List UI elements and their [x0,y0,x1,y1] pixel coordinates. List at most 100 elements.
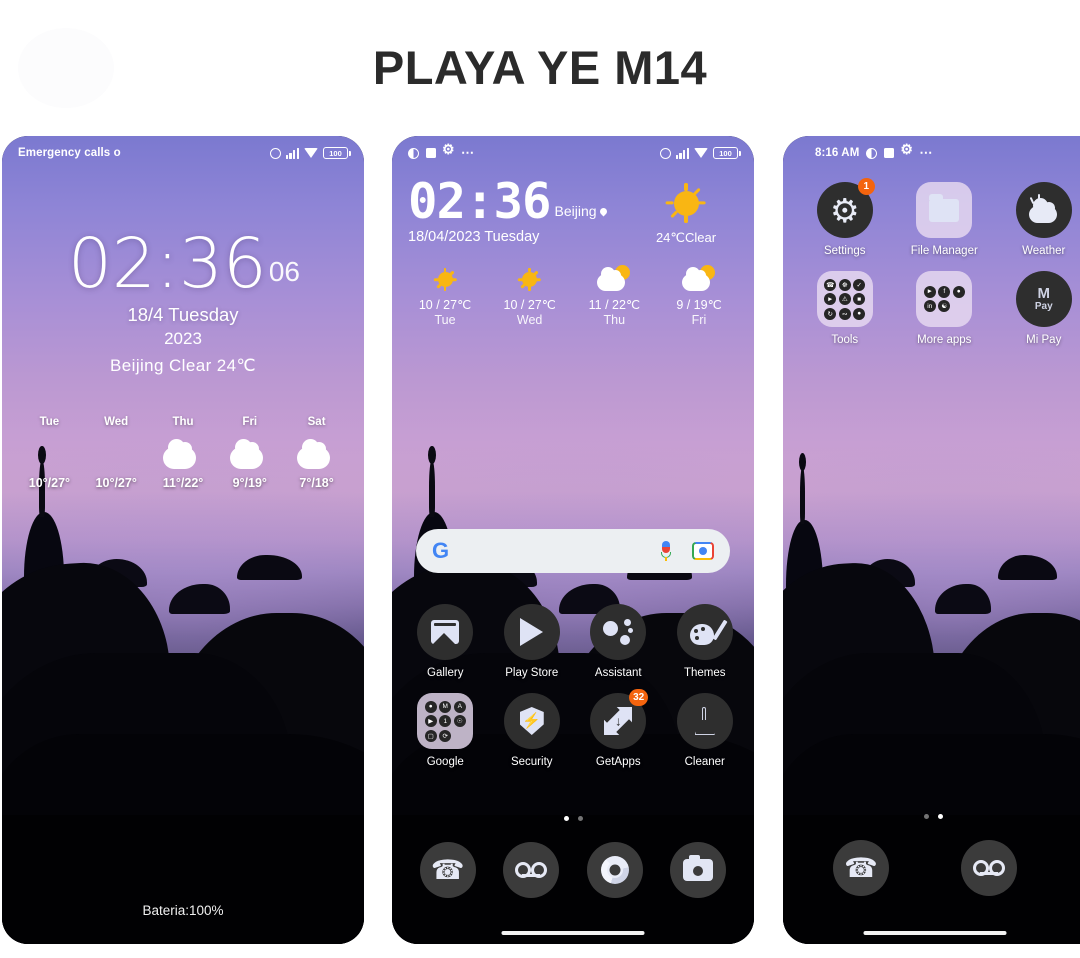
app-icon-security[interactable]: Security [489,693,576,768]
app-icon-tray[interactable] [1015,182,1072,238]
app-icon-tray[interactable]: ↓ 32 [590,689,649,749]
themes-icon [689,619,728,645]
widget-forecast-day: 11 / 22℃ Thu [577,263,651,327]
app-icon-play-store[interactable]: Play Store [489,604,576,679]
widget-current-temp: 24℃Clear [655,230,717,245]
phone1-status-bar: Emergency calls o 100 [2,136,364,170]
ring-icon [269,147,281,159]
widget-forecast-temp: 10 / 27℃ [418,298,472,313]
app-icon-gallery[interactable]: Gallery [402,604,489,679]
forecast-day-label: Tue [39,416,60,428]
app-icon-tray[interactable] [676,604,733,660]
widget-forecast-row: 10 / 27℃ Tue 10 / 27℃ Wed 11 / 22℃ Thu 9 / 19℃… [408,263,740,327]
dock-icon-phone[interactable]: ☎ [419,842,476,898]
app-icon-tray[interactable] [503,604,560,660]
widget-forecast-day-label: Wed [516,313,543,328]
sun-icon [432,266,458,292]
forecast-day: Fri 9°/19° [218,416,282,490]
phone2-page-dots[interactable] [392,816,754,821]
cleaner-icon [693,707,717,735]
app-icon-tools[interactable]: ☎ ☸ ✓ ► ⚠ ■ ↻ ∾ ● Tools [795,271,895,346]
camera-icon [683,855,714,881]
app-icon-weather[interactable]: Weather [994,182,1080,257]
battery-icon: 100 [713,147,741,159]
widget-forecast-temp: 10 / 27℃ [503,298,556,313]
lockscreen-time: 02:36 [67,224,267,304]
widget-forecast-day-label: Thu [603,313,626,328]
square-icon [884,148,895,158]
phone2-screen: ⋯ 100 02:36 Beijing [392,136,754,944]
app-icon-google[interactable]: ● M A ▶ 1 ☉ ▢ ⟳ Google [402,693,489,768]
phone-mockup-homescreen-1: ⋯ 100 02:36 Beijing [392,136,754,944]
app-icon-assistant[interactable]: Assistant [575,604,662,679]
app-icon-tray[interactable]: ☎ ☸ ✓ ► ⚠ ■ ↻ ∾ ● [816,271,873,327]
dock-icon-recorder[interactable] [961,840,1017,896]
sun-icon [517,266,543,292]
app-icon-mi-pay[interactable]: M Pay Mi Pay [994,271,1080,346]
cloud-moon-icon [229,437,270,469]
app-icon-more-apps[interactable]: ► f ● in ☯ More apps [895,271,995,346]
app-icon-tray[interactable]: ● M A ▶ 1 ☉ ▢ ⟳ [417,693,474,749]
folder-icon [929,193,960,222]
google-lens-icon[interactable] [692,542,714,560]
app-icon-tray[interactable] [417,604,474,660]
dock-icon-phone[interactable]: ☎ [833,840,889,896]
page-dot[interactable] [563,816,569,821]
widget-city: Beijing [555,203,608,225]
app-icon-themes[interactable]: Themes [662,604,749,679]
phone3-page-dots[interactable] [783,814,1080,819]
forecast-day: Wed 10°/27° [84,416,148,490]
wifi-icon [694,148,708,158]
forecast-day-label: Fri [242,416,258,428]
forecast-temp: 10°/27° [28,476,71,490]
widget-forecast-icon [662,263,736,295]
dock-icon-camera[interactable] [670,842,727,898]
app-icon-tray[interactable] [503,693,560,749]
ring-icon [659,147,671,159]
microphone-icon[interactable] [660,541,672,561]
square-icon [426,148,436,158]
app-icon-tray[interactable]: M Pay [1015,271,1072,327]
widget-current-weather: 24℃Clear [638,178,734,246]
weather-widget[interactable]: 02:36 Beijing 24℃Clear 18/04/2023 Tuesda… [408,177,740,327]
forecast-day: Thu 11°/22° [151,416,215,490]
page-dot[interactable] [923,814,929,819]
app-icon-file-manager[interactable]: File Manager [895,182,995,257]
app-label: Play Store [505,667,559,679]
sun-icon [664,181,708,225]
partly-sunny-icon [681,265,716,292]
phone-icon: ☎ [844,852,878,883]
app-icon-tray[interactable]: ► f ● in ☯ [916,271,973,327]
google-search-bar[interactable]: G [416,529,730,573]
dock-icon-recorder[interactable] [503,842,560,898]
play-store-icon [520,618,544,646]
google-g-icon: G [432,538,450,563]
forecast-temp: 7°/18° [299,476,334,490]
dock-icon-chrome[interactable] [586,842,643,898]
forecast-temp: 10°/27° [95,476,137,490]
app-icon-cleaner[interactable]: Cleaner [662,693,749,768]
gear-icon: ⚙ [829,191,860,229]
home-gesture-bar[interactable] [863,931,1007,935]
app-icon-getapps[interactable]: ↓ 32 GetApps [575,689,662,768]
forecast-day-label: Wed [104,416,129,428]
chrome-icon [600,856,629,884]
app-icon-settings[interactable]: ⚙ 1 Settings [795,178,895,257]
phone3-app-grid: ⚙1SettingsFile ManagerWeatherCalendar☎☸✓… [795,178,1080,360]
home-gesture-bar[interactable] [501,931,645,935]
app-icon-tray[interactable]: ⚙ 1 [816,178,875,238]
forecast-day-label: Sat [307,416,326,428]
phone2-status-bar: ⋯ 100 [392,136,754,170]
page-dot[interactable] [937,814,943,819]
app-icon-tray[interactable] [590,604,647,660]
app-icon-tray[interactable] [916,182,973,238]
forecast-day: Sat 7°/18° [285,416,349,490]
app-label: GetApps [595,756,641,768]
mi-pay-icon: M Pay [1034,284,1053,312]
more-dots-icon: ⋯ [461,145,475,160]
page-dot[interactable] [577,816,583,821]
app-icon-tray[interactable] [676,693,733,749]
app-label: Assistant [594,667,642,679]
wifi-icon [304,148,318,158]
moon-icon [99,436,133,470]
